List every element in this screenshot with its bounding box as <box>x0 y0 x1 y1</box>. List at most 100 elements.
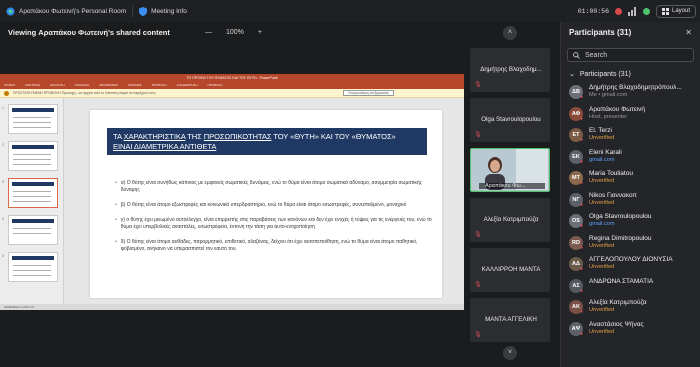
ribbon-tab: ΑΝΑΘΕΩΡΗΣΗ <box>176 83 198 87</box>
video-tile[interactable]: Δημήτρης Βλαχοδημ... 🎙 <box>470 48 550 92</box>
thumb-number: 4 <box>2 217 4 221</box>
muted-mic-icon: ● <box>580 244 584 251</box>
participant-row[interactable]: ΑΣ ● ΑΝΔΡΩΝΑ ΣΤΑΜΑΤΙΑ <box>561 276 700 298</box>
participant-status: Unverified <box>589 307 615 313</box>
participant-name: El. Terzi <box>589 127 612 134</box>
muted-mic-icon: ● <box>580 309 584 315</box>
close-icon[interactable]: ✕ <box>685 28 692 37</box>
muted-mic-icon: 🎙 <box>474 332 482 338</box>
bullet-item: • γ) ο θύτης έχει μειωμένο αυτοέλεγχο, εί… <box>115 217 432 230</box>
muted-mic-icon: ● <box>580 223 584 229</box>
room-tab[interactable]: Αραπάκου Φωτεινή's Personal Room <box>6 6 127 16</box>
zoom-in-button[interactable]: + <box>258 29 262 36</box>
video-tile-presenter[interactable]: Αραπάκου Φω... <box>470 148 550 192</box>
connection-icon[interactable] <box>627 6 637 16</box>
participant-name: Olga Stavroulopoulou <box>589 213 652 220</box>
shield-warning-icon <box>4 90 9 96</box>
ppt-ribbon: ΑΡΧΕΙΟ ΚΕΝΤΡΙΚΗ ΕΙΣΑΓΩΓΗ ΣΧΕΔΙΑΣΗ ΜΕΤΑΒΑ… <box>0 82 464 89</box>
protected-view-text: ΠΡΟΣΤΑΤΕΥΜΕΝΗ ΠΡΟΒΟΛΗ Προσοχή—τα αρχεία … <box>13 91 157 95</box>
participant-status: Unverified <box>589 135 615 141</box>
recording-indicator-icon <box>614 7 622 15</box>
scroll-down-button[interactable]: ˅ <box>503 346 517 360</box>
tile-name: Αραπάκου Φω... <box>479 183 545 189</box>
participant-row[interactable]: ΑΦ ● Αραπάκου Φωτεινή Host, presenter <box>561 104 700 126</box>
ribbon-tab: ΚΕΝΤΡΙΚΗ <box>25 83 41 87</box>
search-input[interactable]: Search <box>567 48 694 62</box>
bullet-text: α) Ο θύτης είναι συνήθως κάποιος με εμφα… <box>120 180 423 193</box>
slide-title: ΤΑ ΧΑΡΑΚΤΗΡΙΣΤΙΚΑ ΤΗΣ ΠΡΟΣΩΠΙΚΟΤΗΤΑΣ ΤΟΥ… <box>107 128 427 155</box>
shared-content[interactable]: ΤΟ ΠΡΟΦΙΛ ΤΟΥ ΘΥΜΑΤΟΣ ΚΑΙ ΤΟΥ ΘΥΤΗ - Pow… <box>0 74 464 310</box>
status-online-icon <box>642 7 650 15</box>
participant-status: Unverified <box>589 178 615 184</box>
zoom-level: 100% <box>226 28 244 36</box>
zoom-out-button[interactable]: — <box>205 29 212 36</box>
video-tile[interactable]: ΚΑΛΛΙΡΡΟΗ ΜΑΝΤΑ 🎙 <box>470 248 550 292</box>
participant-row[interactable]: RD ● Regina Dimitropoulou Unverified <box>561 233 700 255</box>
thumb-number: 2 <box>2 143 4 147</box>
participant-row[interactable]: ΑΚ ● Αλεξία Κατριμπούζα Unverified <box>561 297 700 319</box>
meeting-timer: 01:00:56 <box>577 7 609 15</box>
slide-thumbnail <box>8 215 58 245</box>
slide-thumbnail <box>8 252 58 282</box>
ribbon-tab: ΕΙΣΑΓΩΓΗ <box>50 83 65 87</box>
room-title: Αραπάκου Φωτεινή's Personal Room <box>19 7 127 15</box>
ribbon-tab: ΚΙΝΗΣΕΙΣ <box>127 83 142 87</box>
section-label: Participants (31) <box>579 70 631 78</box>
ribbon-tab: ΠΡΟΒΟΛΗ <box>151 83 167 87</box>
participant-list: ΔΒ ● Δημήτρης Βλαχοδημητρόπουλ... Me • gmai… <box>561 82 700 340</box>
participants-section-toggle[interactable]: ⌄ Participants (31) <box>561 66 700 82</box>
tile-name: ΜΑΝΤΑ ΑΓΓΕΛΙΚΗ <box>485 316 537 323</box>
video-tile[interactable]: Olga Stavroulopoulou 🎙 <box>470 98 550 142</box>
participant-row[interactable]: ΝΓ ● Nikos Γιαννακοπ Unverified <box>561 190 700 212</box>
participant-row[interactable]: OS ● Olga Stavroulopoulou gmail.com <box>561 211 700 233</box>
participant-row[interactable]: ET ● El. Terzi Unverified <box>561 125 700 147</box>
title-bar-right: 01:00:56 Layout <box>578 0 696 22</box>
tile-name: Αλεξία Κατριμπούζα <box>483 216 539 223</box>
meeting-info-button[interactable]: Meeting Info <box>139 6 187 16</box>
muted-mic-icon: ● <box>580 137 584 143</box>
ribbon-tab: ΣΧΕΔΙΑΣΗ <box>74 83 90 87</box>
video-tile[interactable]: ΜΑΝΤΑ ΑΓΓΕΛΙΚΗ 🎙 <box>470 298 550 342</box>
slide-title-part: ΤΟΥ «ΘΥΤΗ» ΚΑΙ ΤΟΥ «ΘΥΜΑΤΟΣ» <box>271 132 396 141</box>
layout-label: Layout <box>671 8 690 14</box>
bullet-item: • δ) Ο θύτης είναι άτομο αυθάδες, παρορμη… <box>115 239 433 253</box>
title-divider <box>132 5 134 17</box>
meeting-info-label: Meeting Info <box>151 7 187 15</box>
participant-row[interactable]: ΑΔ ● ΑΓΓΕΛΟΠΟΥΛΟΥ ΔΙΟΝΥΣΙΑ Unverified <box>561 254 700 276</box>
participant-name: Αλεξία Κατριμπούζα <box>589 299 647 306</box>
search-placeholder: Search <box>585 51 608 59</box>
participant-name: Nikos Γιαννακοπ <box>589 191 637 199</box>
slide-bullets: • α) Ο θύτης είναι συνήθως κάποιος με εμφ… <box>115 180 433 261</box>
muted-mic-icon: 🎙 <box>474 82 482 88</box>
protected-view-bar: ΠΡΟΣΤΑΤΕΥΜΕΝΗ ΠΡΟΒΟΛΗ Προσοχή—τα αρχεία … <box>0 89 464 98</box>
participant-name: Eleni Karali <box>589 148 622 156</box>
scroll-up-button[interactable]: ˄ <box>503 26 517 40</box>
participant-name: Regina Dimitropoulou <box>589 234 652 242</box>
layout-button[interactable]: Layout <box>655 4 696 18</box>
participant-row[interactable]: ΑΨ ● Αναστάσιος Ψήνας Unverified <box>561 319 700 341</box>
video-tile[interactable]: Αλεξία Κατριμπούζα 🎙 <box>470 198 550 242</box>
muted-mic-icon: ● <box>580 115 584 122</box>
slide-thumbnail-active <box>8 178 58 208</box>
slide-title-part: ΠΡΟΣΩΠΙΚΟΤΗΤΑΣ <box>203 132 272 141</box>
participant-name: Δημήτρης Βλαχοδημητρόπουλ... <box>589 84 682 91</box>
muted-mic-icon: ● <box>580 330 584 337</box>
participant-status: Unverified <box>589 199 615 206</box>
participant-row[interactable]: EK ● Eleni Karali gmail.com <box>561 147 700 169</box>
participant-row[interactable]: ΔΒ ● Δημήτρης Βλαχοδημητρόπουλ... Me • gmai… <box>561 82 700 104</box>
slide-thumbnails: 1 2 3 4 5 <box>0 98 64 304</box>
muted-mic-icon: ● <box>580 180 584 186</box>
bullet-text: γ) ο θύτης έχει μειωμένο αυτοέλεγχο, είν… <box>120 217 432 230</box>
slide-thumbnail <box>8 104 58 134</box>
ribbon-tab: ΑΡΧΕΙΟ <box>4 83 16 87</box>
participant-row[interactable]: MT ● Maria Touliatou Unverified <box>561 168 700 190</box>
bullet-item: • β) Ο θύτης είναι άτομο εξωστρεφές και κ… <box>115 202 407 208</box>
participant-name: ΑΓΓΕΛΟΠΟΥΛΟΥ ΔΙΟΝΥΣΙΑ <box>589 256 673 263</box>
participant-status: Host, presenter <box>589 113 628 120</box>
participant-status: Unverified <box>589 264 615 270</box>
muted-mic-icon: ● <box>580 94 584 100</box>
ppt-workspace: 1 2 3 4 5 ΤΑ ΧΑΡΑΚΤΗΡΙΣΤΙΚΑ ΤΗΣ ΠΡΟΣΩΠΙΚ… <box>0 98 464 304</box>
slide-title-part: ΤΗΣ <box>185 132 204 141</box>
muted-mic-icon: ● <box>580 158 584 165</box>
panel-header: Participants (31) ✕ <box>561 22 700 42</box>
